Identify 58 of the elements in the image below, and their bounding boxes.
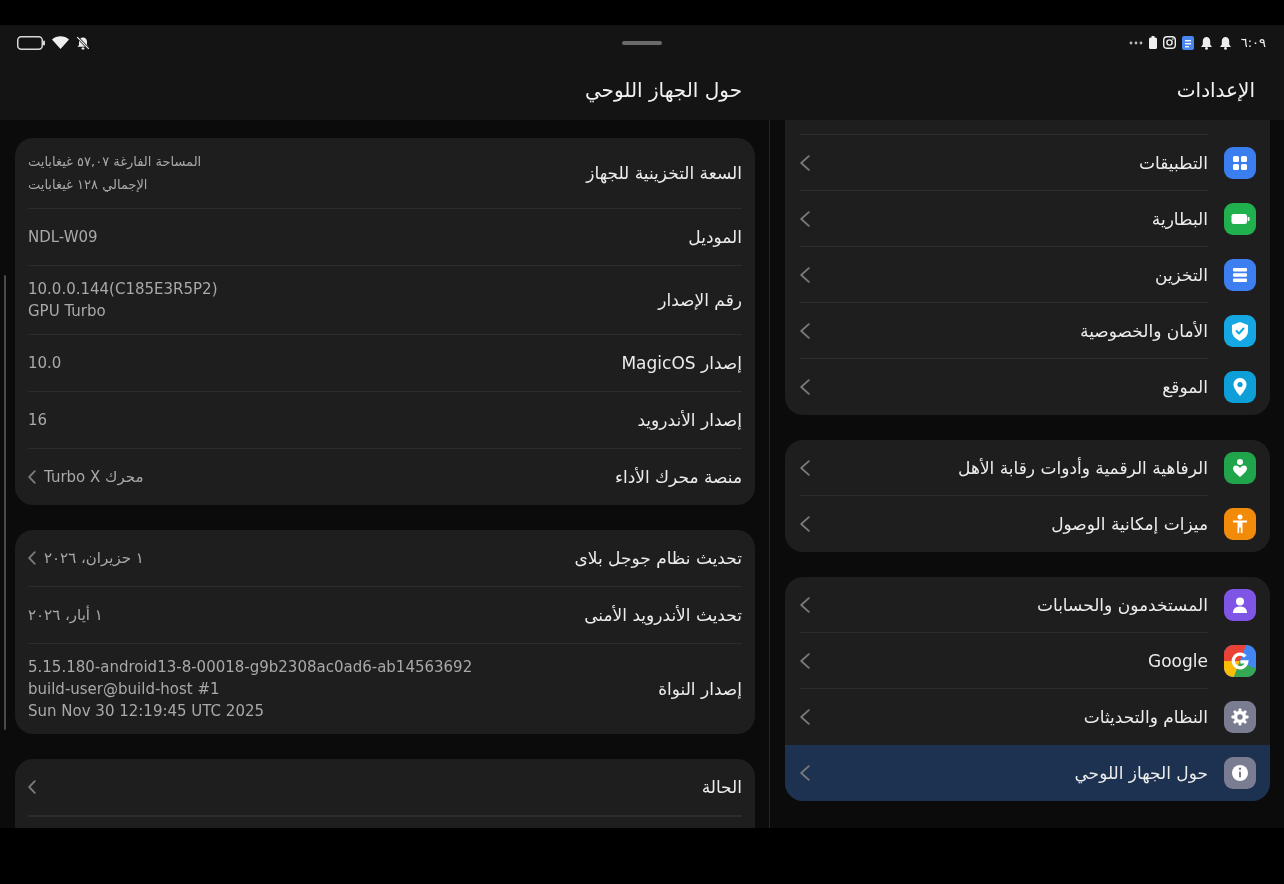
chevron-icon (800, 459, 810, 476)
chevron-icon (800, 652, 810, 669)
battery-icon (1148, 36, 1157, 49)
setting-value: 10.0 (28, 353, 62, 374)
chevron-icon (800, 154, 810, 171)
settings-item[interactable]: Google (785, 633, 1270, 689)
settings-item[interactable]: حول الجهاز اللوحي (785, 745, 1270, 801)
drag-handle[interactable] (621, 40, 662, 45)
settings-item[interactable]: الموقع (785, 359, 1270, 415)
setting-value: GPU Turbo (28, 301, 107, 322)
settings-item[interactable]: الأمان والخصوصية (785, 303, 1270, 359)
setting-value: 5.15.180-android13-8-00018-g9b2308ac0ad6-ab14563692 (28, 657, 473, 678)
setting-value: 16 (28, 410, 48, 431)
settings-item[interactable]: النظام والتحديثات (785, 689, 1270, 745)
chevron-icon (800, 322, 810, 339)
g-logo-icon (1224, 645, 1256, 677)
setting-value: 10.0.0.144(C185E3R5P2) (28, 279, 218, 300)
setting-label: إصدار الأندرويد (637, 409, 742, 432)
chevron-icon (800, 266, 810, 283)
clock-time: ٦:٠٩ (1240, 34, 1266, 51)
settings-item[interactable]: المستخدمون والحسابات (785, 577, 1270, 633)
chevron-icon (800, 708, 810, 725)
chevron-icon (800, 596, 810, 613)
pane-title: الإعدادات (1176, 77, 1255, 104)
document-icon (1181, 35, 1194, 50)
setting-label: إصدار MagicOS (621, 352, 742, 375)
setting-label: الموديل (688, 226, 742, 249)
chevron-icon (800, 210, 810, 227)
setting-label: تحديث الأندرويد الأمنى (584, 604, 742, 627)
more-icon (1128, 40, 1143, 45)
settings-item[interactable]: البطارية (785, 191, 1270, 247)
setting-label: إصدار النواة (658, 678, 742, 701)
setting-value: الإجمالي ١٢٨ غيغابايت (28, 176, 149, 194)
setting-label: رقم الإصدار (658, 289, 742, 312)
setting-value: محرك Turbo X (44, 467, 144, 488)
settings-item[interactable]: التخزين (785, 247, 1270, 303)
chevron-icon (800, 516, 810, 532)
setting-label: السعة التخزينية للجهاز (586, 162, 742, 186)
pane-title: حول الجهاز اللوحي (584, 77, 742, 104)
setting-value: ١ حزيران، ٢٠٢٦ (44, 548, 144, 569)
setting-value: Sun Nov 30 12:19:45 UTC 2025 (28, 701, 265, 722)
settings-item[interactable]: التطبيقات (785, 135, 1270, 191)
bell-icon (1218, 35, 1232, 50)
setting-label: منصة محرك الأداء (614, 466, 742, 489)
chevron-icon (800, 379, 810, 395)
wifi-icon (52, 36, 69, 49)
setting-value: المساحة الفارغة ٥٧,٠٧ غيغابايت (28, 153, 202, 171)
setting-value: NDL-W09 (28, 227, 98, 248)
camera-icon (1162, 36, 1176, 49)
battery-icon (17, 35, 45, 50)
bell-icon (1199, 35, 1213, 50)
setting-value: ١ أيار، ٢٠٢٦ (28, 604, 103, 626)
settings-item[interactable]: ميزات إمكانية الوصول (785, 496, 1270, 552)
chevron-icon (800, 765, 810, 781)
setting-label: تحديث نظام جوجل بلاى (574, 547, 742, 570)
settings-item[interactable]: الرفاهية الرقمية وأدوات رقابة الأهل (785, 440, 1270, 496)
muted-bell-icon (76, 35, 90, 50)
setting-value: build-user@build-host #1 (28, 679, 221, 700)
